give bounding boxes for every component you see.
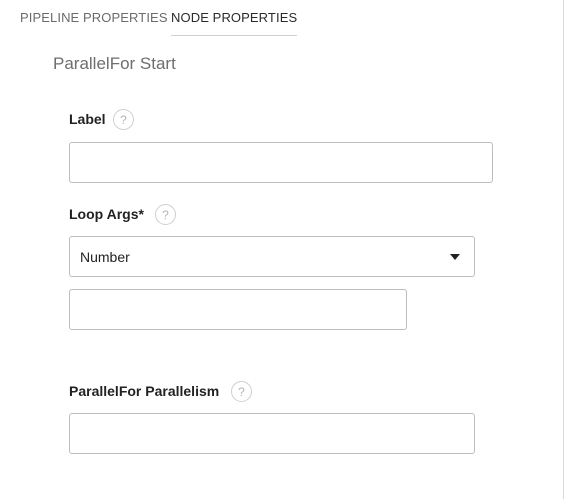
properties-panel: PIPELINE PROPERTIES NODE PROPERTIES Para… — [0, 0, 564, 499]
question-mark-icon[interactable]: ? — [113, 109, 134, 130]
node-title: ParallelFor Start — [53, 54, 176, 73]
parallelism-field-label: ParallelFor Parallelism — [69, 383, 220, 399]
question-mark-icon[interactable]: ? — [231, 381, 252, 402]
tab-node-properties[interactable]: NODE PROPERTIES — [171, 10, 298, 36]
properties-tabs: PIPELINE PROPERTIES NODE PROPERTIES — [0, 0, 560, 36]
loop-args-value-input[interactable] — [69, 289, 407, 330]
tab-pipeline-properties[interactable]: PIPELINE PROPERTIES — [20, 10, 168, 36]
loop-args-field-label: Loop Args* — [69, 206, 144, 222]
caret-down-icon — [450, 254, 460, 260]
loop-args-type-select[interactable]: Number — [69, 236, 475, 277]
parallelism-input[interactable] — [69, 413, 475, 454]
loop-args-type-value: Number — [80, 249, 130, 265]
question-mark-icon[interactable]: ? — [155, 204, 176, 225]
label-field-label: Label — [69, 111, 106, 127]
label-input[interactable] — [69, 142, 493, 183]
